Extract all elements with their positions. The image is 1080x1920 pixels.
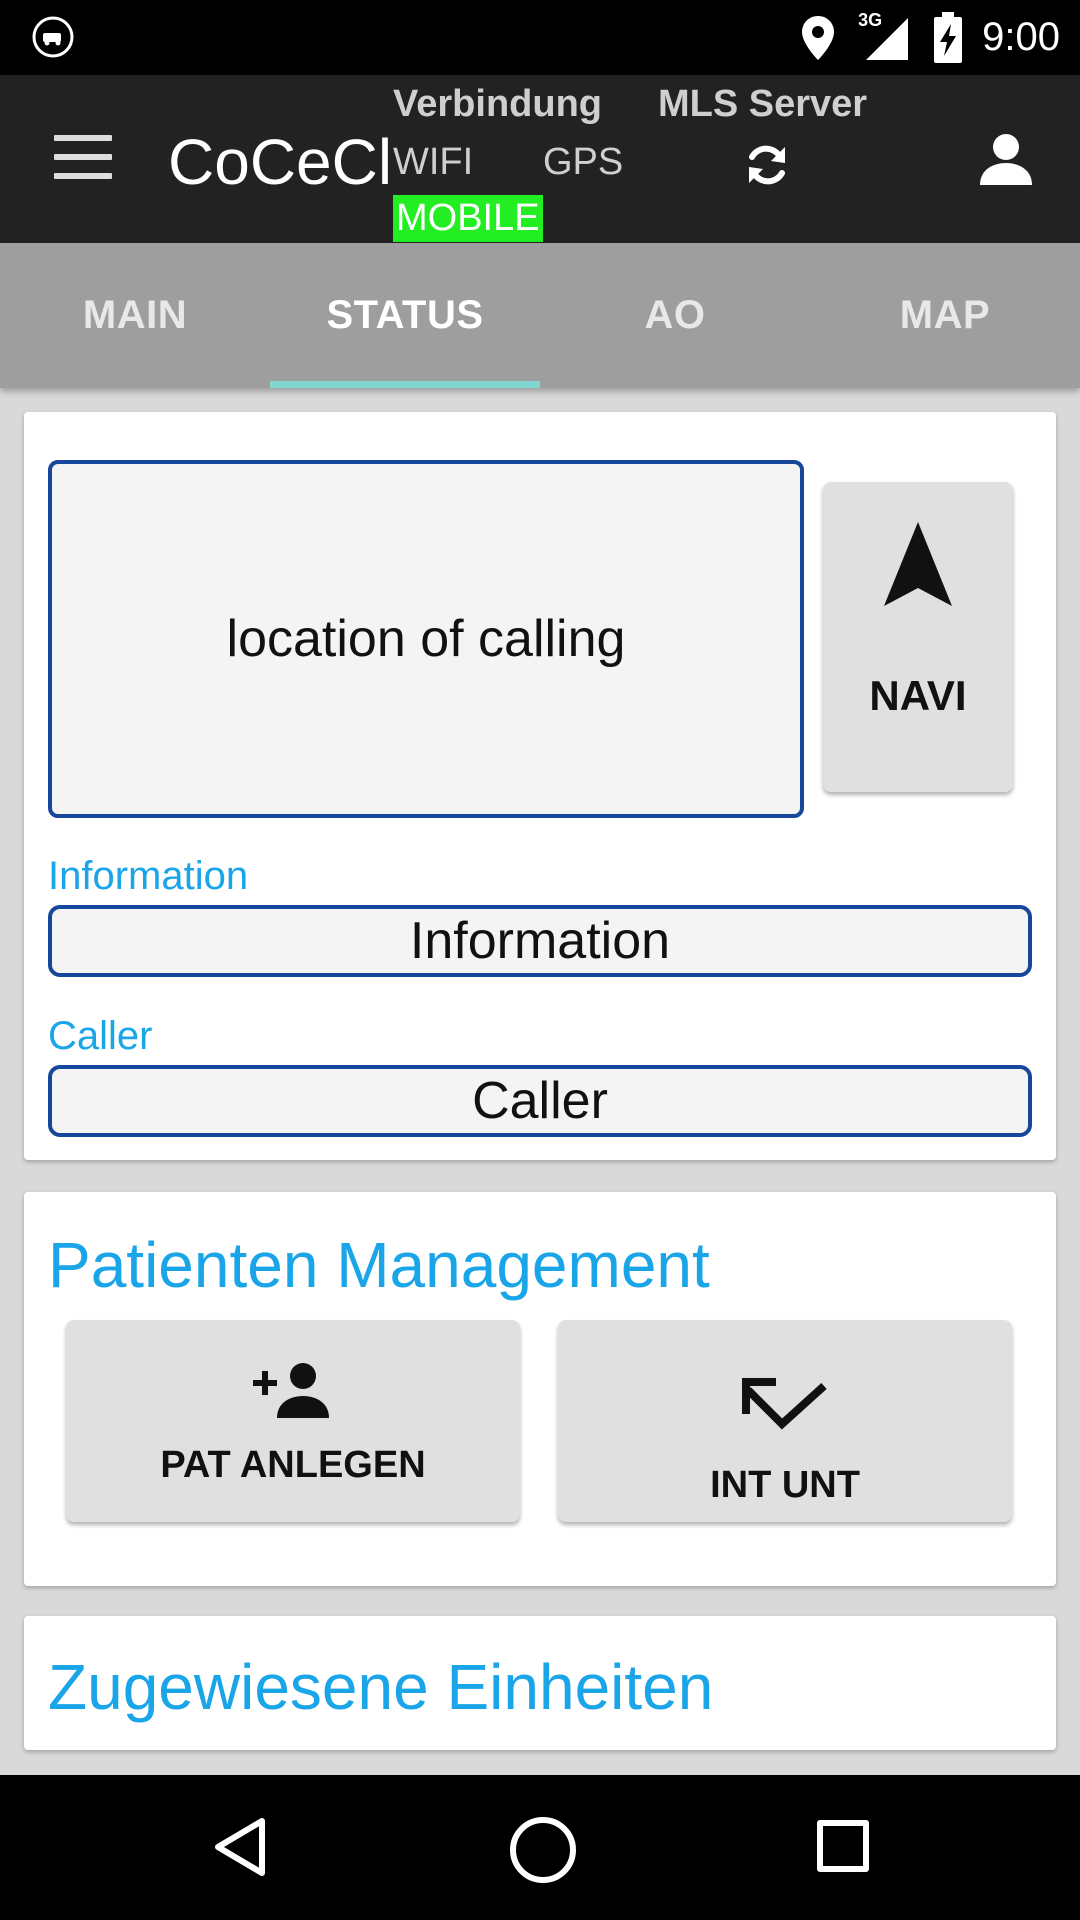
- navi-label: NAVI: [869, 672, 967, 719]
- information-field[interactable]: Information: [48, 905, 1032, 977]
- assigned-units-card: Zugewiesene Einheiten: [24, 1616, 1056, 1750]
- home-icon[interactable]: [510, 1817, 576, 1883]
- status-bar: 3G 9:00: [0, 0, 1080, 75]
- app-bar: CoCeCl Verbindung MLS Server WIFI GPS MO…: [0, 75, 1080, 243]
- wifi-status: WIFI: [393, 141, 474, 183]
- int-unt-label: INT UNT: [710, 1464, 860, 1506]
- navigation-arrow-icon: [884, 522, 952, 606]
- tab-map[interactable]: MAP: [810, 243, 1080, 388]
- patient-management-card: Patienten Management PAT ANLEGEN INT UNT: [24, 1192, 1056, 1586]
- add-person-icon: [253, 1363, 329, 1418]
- signal-icon: 3G: [854, 10, 914, 62]
- connection-heading: Verbindung: [393, 83, 602, 125]
- information-label: Information: [48, 854, 249, 898]
- navi-button[interactable]: NAVI: [823, 482, 1013, 792]
- recent-apps-icon[interactable]: [817, 1820, 869, 1872]
- gps-status: GPS: [543, 141, 624, 183]
- caller-field[interactable]: Caller: [48, 1065, 1032, 1137]
- patient-management-title: Patienten Management: [48, 1229, 710, 1301]
- app-title: CoCeCl: [168, 126, 393, 198]
- mls-server-heading: MLS Server: [658, 83, 868, 125]
- caller-label: Caller: [48, 1014, 153, 1058]
- notification-badge-icon: [32, 16, 74, 58]
- back-icon[interactable]: [210, 1815, 270, 1879]
- add-patient-button[interactable]: PAT ANLEGEN: [66, 1320, 520, 1522]
- sync-icon[interactable]: [743, 141, 791, 189]
- location-icon: [802, 15, 835, 60]
- tab-main[interactable]: MAIN: [0, 243, 270, 388]
- connection-status: Verbindung MLS Server WIFI GPS MOBILE: [393, 83, 933, 243]
- battery-charging-icon: [934, 11, 963, 63]
- assigned-units-title: Zugewiesene Einheiten: [48, 1651, 714, 1723]
- tab-status[interactable]: STATUS: [270, 243, 540, 388]
- status-icons: 3G 9:00: [800, 0, 1060, 75]
- location-of-calling-field[interactable]: location of calling: [48, 460, 804, 818]
- location-card: location of calling NAVI Information Inf…: [24, 412, 1056, 1160]
- user-icon[interactable]: [976, 129, 1036, 189]
- mobile-status: MOBILE: [393, 195, 543, 242]
- check-arrow-icon: [742, 1378, 827, 1430]
- tab-ao[interactable]: AO: [540, 243, 810, 388]
- menu-icon[interactable]: [54, 135, 112, 179]
- system-nav-bar: [0, 1775, 1080, 1920]
- add-patient-label: PAT ANLEGEN: [160, 1444, 426, 1486]
- clock: 9:00: [982, 15, 1060, 59]
- int-unt-button[interactable]: INT UNT: [558, 1320, 1012, 1522]
- tab-bar: MAIN STATUS AO MAP: [0, 243, 1080, 388]
- tab-indicator: [270, 381, 540, 388]
